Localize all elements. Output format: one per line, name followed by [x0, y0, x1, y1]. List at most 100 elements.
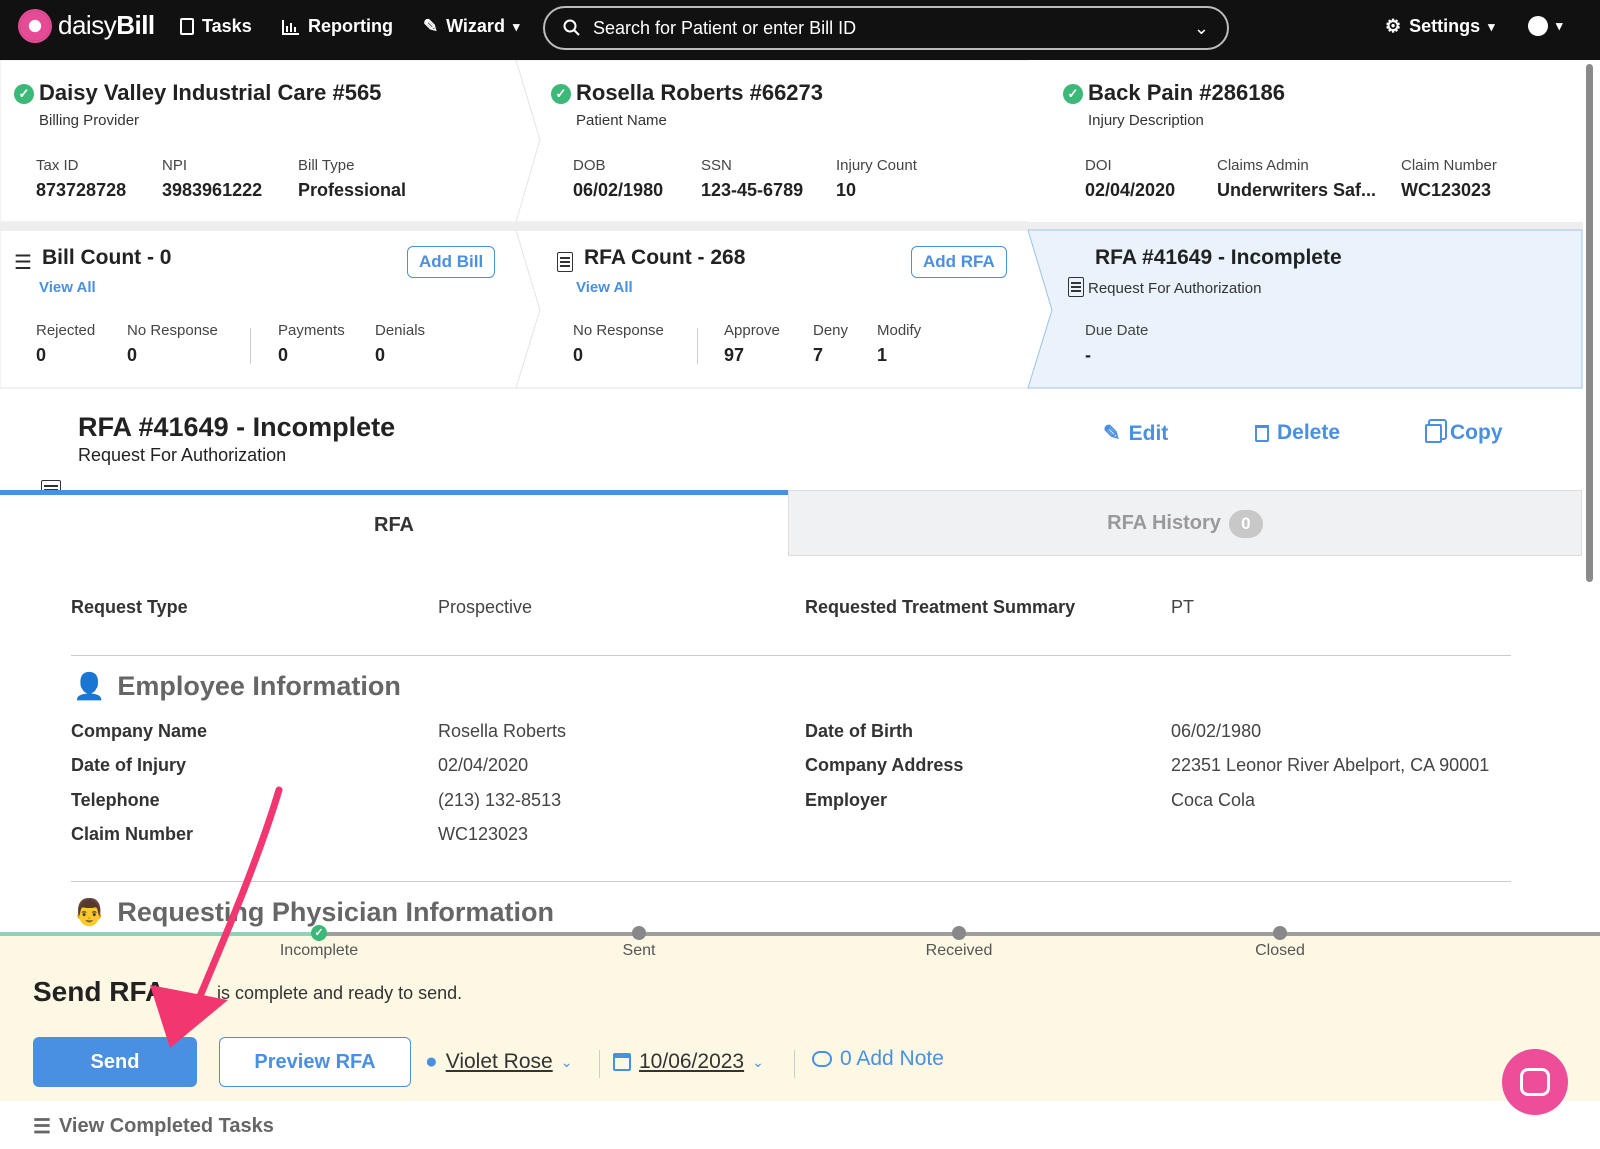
- preview-rfa-button[interactable]: Preview RFA: [219, 1037, 411, 1087]
- company-name-value: Rosella Roberts: [438, 721, 567, 741]
- brand-name: daisyBill: [58, 10, 155, 40]
- claim-number-value: WC123023: [438, 824, 529, 844]
- scrollbar[interactable]: [1586, 64, 1593, 582]
- divider: [71, 881, 1511, 882]
- field-value: 7: [813, 345, 824, 365]
- employee-section-label: Employee Information: [117, 671, 401, 701]
- tab-rfa-history[interactable]: RFA History 0: [788, 490, 1582, 556]
- field-label: Bill Type: [298, 157, 355, 174]
- field-value: 0: [375, 345, 386, 365]
- divider: [697, 328, 698, 364]
- copy-button[interactable]: Copy: [1425, 421, 1503, 445]
- chevron-down-icon: ▾: [1488, 18, 1495, 34]
- step-incomplete: Incomplete: [279, 942, 359, 959]
- provider-title: Daisy Valley Industrial Care #565: [39, 80, 382, 105]
- search-input[interactable]: Search for Patient or enter Bill ID ⌄: [543, 6, 1229, 50]
- chevron-down-icon: ▾: [512, 18, 520, 34]
- field-label: Claims Admin: [1217, 157, 1309, 174]
- edit-button[interactable]: ✎ Edit: [1103, 421, 1168, 446]
- date-of-injury-label: Date of Injury: [71, 755, 187, 775]
- bills-view-all-link[interactable]: View All: [39, 279, 96, 296]
- step-sent: Sent: [622, 942, 656, 959]
- nav-tasks[interactable]: Tasks: [180, 16, 252, 37]
- field-label: Approve: [724, 322, 780, 339]
- treatment-summary-value: PT: [1171, 597, 1195, 617]
- nav-reporting-label: Reporting: [308, 16, 393, 36]
- logo[interactable]: daisyBill: [20, 10, 155, 41]
- employer-label: Employer: [805, 790, 888, 810]
- field-label: Tax ID: [36, 157, 79, 174]
- copy-icon: [1425, 423, 1442, 443]
- chat-button[interactable]: [1502, 1049, 1568, 1115]
- date-picker[interactable]: 10/06/2023 ⌄: [613, 1050, 764, 1074]
- field-value: 3983961222: [162, 180, 263, 200]
- send-button[interactable]: Send: [33, 1037, 197, 1087]
- date-of-birth-value: 06/02/1980: [1171, 721, 1262, 741]
- field-value: 0: [127, 345, 138, 365]
- add-bill-button[interactable]: Add Bill: [407, 246, 496, 278]
- divider: [250, 328, 251, 364]
- add-note-button[interactable]: 0 Add Note: [812, 1047, 944, 1071]
- edit-label: Edit: [1128, 421, 1169, 445]
- delete-label: Delete: [1277, 421, 1341, 444]
- gear-icon: ⚙: [1385, 16, 1402, 36]
- daisy-logo-icon: [20, 10, 50, 41]
- field-value: 873728728: [36, 180, 127, 200]
- tab-rfa-history-label: RFA History: [1107, 512, 1221, 534]
- step-dot: [632, 926, 646, 940]
- add-rfa-button[interactable]: Add RFA: [911, 246, 1007, 278]
- list-icon: ☰: [14, 252, 32, 274]
- check-circle-icon: ✓: [1063, 84, 1083, 104]
- user-badge-icon: 👤: [73, 671, 106, 701]
- summary-cards-background: [0, 60, 1583, 389]
- field-label: No Response: [573, 322, 664, 339]
- top-nav: daisyBill Tasks Reporting ✎ Wizard ▾ Sea…: [0, 0, 1600, 60]
- field-value: 02/04/2020: [1085, 180, 1176, 200]
- delete-button[interactable]: Delete: [1255, 421, 1340, 445]
- telephone-label: Telephone: [71, 790, 160, 810]
- magic-wand-icon: ✎: [423, 16, 439, 36]
- employee-section-title: 👤 Employee Information: [73, 671, 401, 702]
- bill-count-title: Bill Count - 0: [42, 246, 172, 269]
- user-menu[interactable]: ▾: [1528, 16, 1563, 36]
- nav-wizard[interactable]: ✎ Wizard ▾: [423, 16, 519, 37]
- nav-settings-label: Settings: [1409, 16, 1481, 36]
- search-icon: [563, 19, 580, 36]
- field-label: Modify: [877, 322, 922, 339]
- rfas-view-all-link[interactable]: View All: [576, 279, 633, 296]
- rfa-count-title: RFA Count - 268: [584, 246, 746, 269]
- rfa-document-icon: [1068, 277, 1084, 297]
- field-value: 06/02/1980: [573, 180, 664, 200]
- nav-tasks-label: Tasks: [202, 16, 252, 36]
- company-address-label: Company Address: [805, 755, 964, 775]
- chevron-down-icon[interactable]: ⌄: [1194, 18, 1209, 39]
- nav-wizard-label: Wizard: [446, 16, 505, 36]
- current-rfa-title: RFA #41649 - Incomplete: [1095, 246, 1342, 269]
- nav-settings[interactable]: ⚙ Settings ▾: [1385, 16, 1495, 37]
- injury-title: Back Pain #286186: [1088, 80, 1285, 105]
- patient-title: Rosella Roberts #66273: [576, 80, 824, 105]
- assignee-select[interactable]: ● Violet Rose ⌄: [425, 1050, 572, 1074]
- field-label: Denials: [375, 322, 426, 339]
- date-of-birth-label: Date of Birth: [805, 721, 913, 741]
- send-rfa-title: Send RFA: [33, 976, 166, 1007]
- field-value: 123-45-6789: [701, 180, 804, 200]
- field-label: No Response: [127, 322, 218, 339]
- step-dot: [952, 926, 966, 940]
- nav-reporting[interactable]: Reporting: [282, 16, 393, 37]
- patient-subtitle: Patient Name: [576, 112, 667, 129]
- check-circle-icon: ✓: [311, 925, 327, 941]
- field-value: 0: [36, 345, 47, 365]
- field-label: Payments: [278, 322, 345, 339]
- field-value: 1: [877, 345, 888, 365]
- tab-rfa[interactable]: RFA: [0, 490, 788, 556]
- field-value: 97: [724, 345, 745, 365]
- field-value: WC123023: [1401, 180, 1492, 200]
- view-completed-tasks-link[interactable]: ☰ View Completed Tasks: [33, 1114, 274, 1139]
- field-value: 0: [278, 345, 289, 365]
- divider: [794, 1050, 795, 1078]
- employer-value: Coca Cola: [1171, 790, 1256, 810]
- due-date-value: -: [1085, 345, 1091, 365]
- telephone-value: (213) 132-8513: [438, 790, 562, 810]
- check-circle-icon: ✓: [14, 84, 34, 104]
